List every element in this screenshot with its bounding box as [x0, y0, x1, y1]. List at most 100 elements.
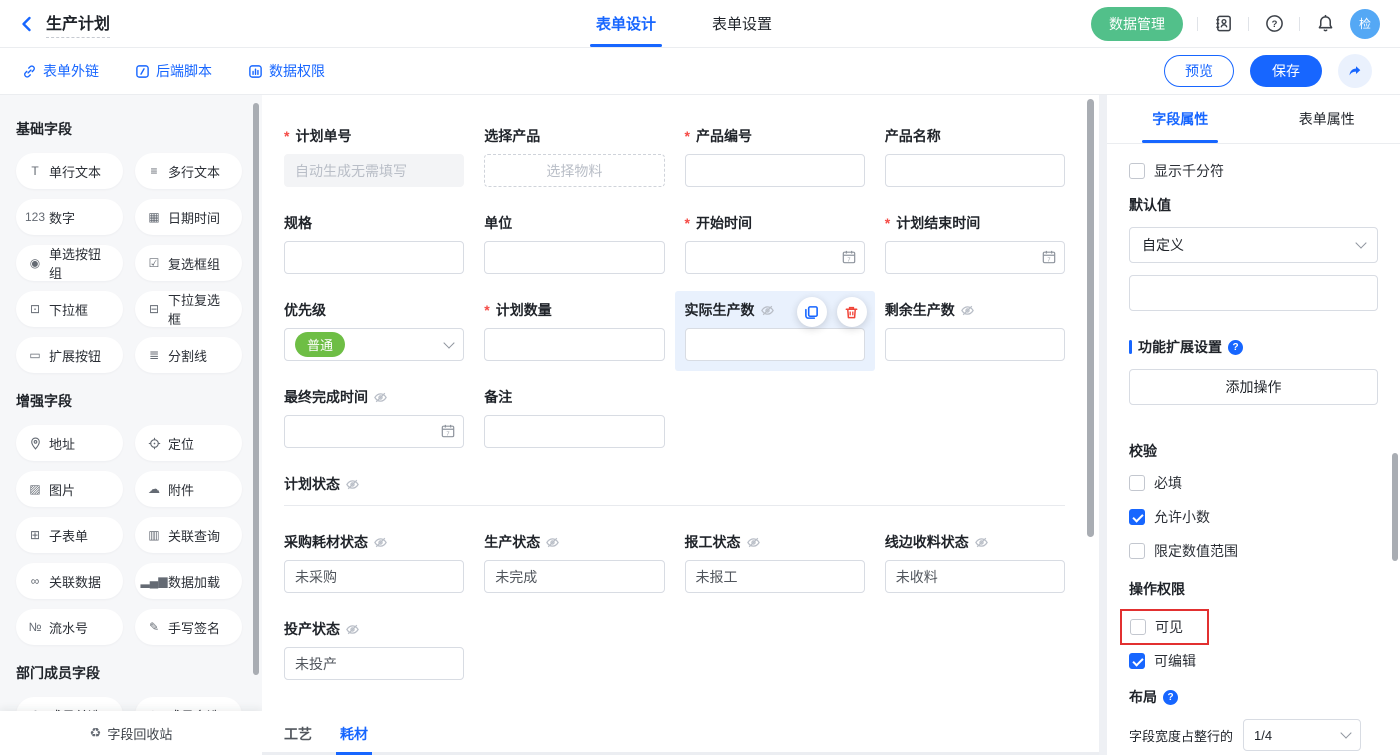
canvas-scrollbar[interactable]	[1087, 99, 1094, 537]
purchase-status-input[interactable]	[284, 560, 464, 593]
data-permission-link[interactable]: 数据权限	[248, 61, 325, 81]
tab-form-settings[interactable]: 表单设置	[712, 0, 772, 47]
tab-form-design[interactable]: 表单设计	[596, 0, 656, 47]
required-checkbox[interactable]	[1129, 475, 1145, 491]
palette-item-data-load[interactable]: ▂▄▆数据加载	[135, 563, 242, 599]
palette-item-extend-button[interactable]: ▭扩展按钮	[16, 337, 123, 373]
limit-range-checkbox[interactable]	[1129, 543, 1145, 559]
user-avatar[interactable]: 检	[1350, 9, 1380, 39]
field-final-complete-time[interactable]: 最终完成时间 7	[284, 388, 464, 448]
palette-item-linked-data[interactable]: ∞关联数据	[16, 563, 123, 599]
field-width-select[interactable]: 1/4	[1243, 719, 1361, 751]
delete-field-button[interactable]	[837, 297, 867, 327]
palette-item-number[interactable]: 123数字	[16, 199, 123, 235]
palette-item-select[interactable]: ⊡下拉框	[16, 291, 123, 327]
field-unit[interactable]: 单位	[484, 214, 664, 274]
end-time-input[interactable]	[885, 241, 1065, 274]
field-purchase-status[interactable]: 采购耗材状态	[284, 533, 464, 593]
remark-input[interactable]	[484, 415, 664, 448]
field-actual-quantity-selected[interactable]: 实际生产数	[685, 301, 865, 361]
start-time-input[interactable]	[685, 241, 865, 274]
thousand-separator-checkbox[interactable]	[1129, 163, 1145, 179]
palette-item-datetime[interactable]: ▦日期时间	[135, 199, 242, 235]
field-plan-quantity[interactable]: 计划数量	[484, 301, 664, 361]
field-product-name[interactable]: 产品名称	[885, 127, 1065, 187]
default-value-input[interactable]	[1129, 275, 1378, 311]
field-spec[interactable]: 规格	[284, 214, 464, 274]
plan-quantity-input[interactable]	[484, 328, 664, 361]
save-button[interactable]: 保存	[1250, 55, 1322, 87]
field-remaining-quantity[interactable]: 剩余生产数	[885, 301, 1065, 361]
limit-range-option[interactable]: 限定数值范围	[1129, 541, 1378, 561]
tab-field-properties[interactable]: 字段属性	[1107, 95, 1254, 143]
product-code-input[interactable]	[685, 154, 865, 187]
product-name-input[interactable]	[885, 154, 1065, 187]
copy-field-button[interactable]	[797, 297, 827, 327]
select-material-button[interactable]: 选择物料	[484, 154, 664, 187]
unit-input[interactable]	[484, 241, 664, 274]
back-button[interactable]	[18, 15, 36, 33]
palette-item-subform[interactable]: ⊞子表单	[16, 517, 123, 553]
contact-book-icon[interactable]	[1212, 13, 1234, 35]
palette-item-checkbox-group[interactable]: ☑复选框组	[135, 245, 242, 281]
required-option[interactable]: 必填	[1129, 473, 1378, 493]
help-icon[interactable]: ?	[1228, 340, 1243, 355]
allow-decimal-option[interactable]: 允许小数	[1129, 507, 1378, 527]
remaining-quantity-input[interactable]	[885, 328, 1065, 361]
palette-item-address[interactable]: 地址	[16, 425, 123, 461]
production-status-input[interactable]	[484, 560, 664, 593]
palette-item-multiselect[interactable]: ⊟下拉复选框	[135, 291, 242, 327]
page-title[interactable]: 生产计划	[46, 10, 110, 38]
default-value-select[interactable]: 自定义	[1129, 227, 1378, 263]
field-select-product[interactable]: 选择产品 选择物料	[484, 127, 664, 187]
field-plan-status-divider[interactable]: 计划状态	[284, 475, 1065, 506]
field-remark[interactable]: 备注	[484, 388, 664, 448]
panel-scrollbar[interactable]	[1392, 453, 1398, 561]
palette-item-signature[interactable]: ✎手写签名	[135, 609, 242, 645]
palette-item-image[interactable]: ▨图片	[16, 471, 123, 507]
final-complete-time-input[interactable]	[284, 415, 464, 448]
actual-quantity-input[interactable]	[685, 328, 865, 361]
palette-item-divider[interactable]: ≣分割线	[135, 337, 242, 373]
field-plan-number[interactable]: 计划单号	[284, 127, 464, 187]
report-status-input[interactable]	[685, 560, 865, 593]
thousand-separator-option[interactable]: 显示千分符	[1129, 161, 1378, 181]
field-receive-status[interactable]: 线边收料状态	[885, 533, 1065, 593]
palette-item-radio-group[interactable]: ◉单选按钮组	[16, 245, 123, 281]
palette-item-linked-query[interactable]: ▥关联查询	[135, 517, 242, 553]
share-button[interactable]	[1338, 54, 1372, 88]
data-manage-button[interactable]: 数据管理	[1091, 7, 1183, 41]
field-start-time[interactable]: 开始时间 7	[685, 214, 865, 274]
help-icon[interactable]: ?	[1263, 13, 1285, 35]
sidebar-scrollbar[interactable]	[253, 103, 259, 675]
spec-input[interactable]	[284, 241, 464, 274]
visible-checkbox[interactable]	[1130, 619, 1146, 635]
field-report-status[interactable]: 报工状态	[685, 533, 865, 593]
add-action-button[interactable]: 添加操作	[1129, 369, 1378, 405]
plan-number-input[interactable]	[284, 154, 464, 187]
notification-bell-icon[interactable]	[1314, 13, 1336, 35]
receive-status-input[interactable]	[885, 560, 1065, 593]
priority-select[interactable]: 普通	[284, 328, 464, 361]
help-icon[interactable]: ?	[1163, 690, 1178, 705]
allow-decimal-checkbox[interactable]	[1129, 509, 1145, 525]
field-end-time[interactable]: 计划结束时间 7	[885, 214, 1065, 274]
visible-option[interactable]: 可见	[1130, 617, 1183, 637]
field-launch-status[interactable]: 投产状态	[284, 620, 464, 680]
palette-item-multi-line-text[interactable]: ≡多行文本	[135, 153, 242, 189]
palette-item-attachment[interactable]: ☁附件	[135, 471, 242, 507]
editable-option[interactable]: 可编辑	[1129, 651, 1378, 671]
tab-form-properties[interactable]: 表单属性	[1254, 95, 1400, 143]
preview-button[interactable]: 预览	[1164, 55, 1234, 87]
field-priority[interactable]: 优先级 普通	[284, 301, 464, 361]
tab-consumables[interactable]: 耗材	[340, 724, 368, 752]
form-external-link[interactable]: 表单外链	[22, 61, 99, 81]
field-product-code[interactable]: 产品编号	[685, 127, 865, 187]
palette-item-location[interactable]: 定位	[135, 425, 242, 461]
field-production-status[interactable]: 生产状态	[484, 533, 664, 593]
editable-checkbox[interactable]	[1129, 653, 1145, 669]
field-recycle-bin[interactable]: ♻ 字段回收站	[0, 711, 262, 755]
launch-status-input[interactable]	[284, 647, 464, 680]
palette-item-serial-number[interactable]: №流水号	[16, 609, 123, 645]
backend-script-link[interactable]: 后端脚本	[135, 61, 212, 81]
